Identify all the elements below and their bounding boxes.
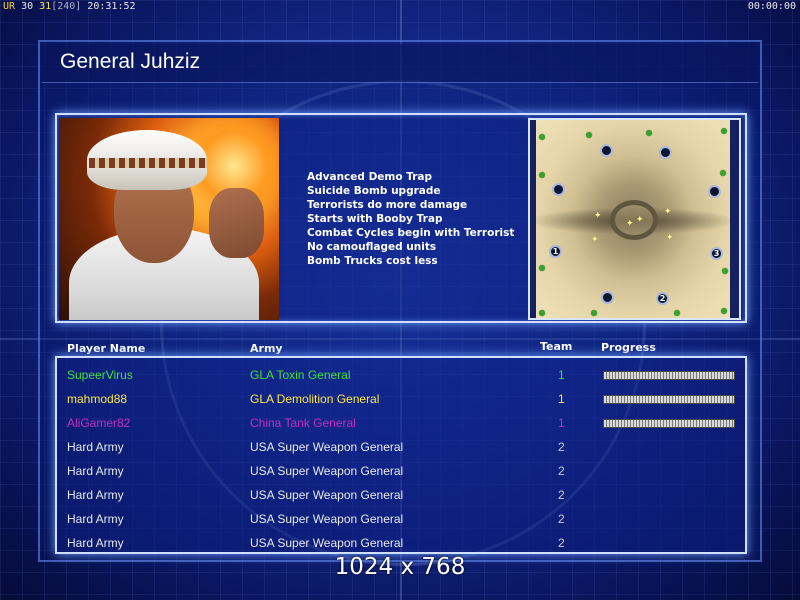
- start-position-marker: [552, 183, 565, 196]
- player-team: 2: [558, 440, 565, 454]
- tree-marker: [721, 308, 727, 314]
- supply-star-icon: ✦: [664, 207, 672, 217]
- start-position-marker: [659, 146, 672, 159]
- supply-star-icon: ✦: [636, 215, 644, 225]
- header-team: Team: [540, 340, 573, 353]
- map-edge-right: [730, 120, 739, 318]
- table-row: AliGamer82 China Tank General 1: [0, 416, 800, 440]
- status-num3: [240]: [51, 1, 82, 12]
- tree-marker: [721, 128, 727, 134]
- status-ur: UR: [3, 1, 16, 12]
- player-team: 1: [558, 416, 565, 430]
- start-position-marker: 2: [656, 292, 669, 305]
- table-row: SupeerVirus GLA Toxin General 1: [0, 368, 800, 392]
- perk-item: Bomb Trucks cost less: [307, 255, 438, 267]
- status-bar: UR 30 31[240] 20:31:52 00:00:00: [0, 0, 800, 14]
- player-team: 1: [558, 392, 565, 406]
- perk-item: Terrorists do more damage: [307, 199, 468, 211]
- tree-marker: [539, 172, 545, 178]
- player-name: SupeerVirus: [67, 368, 133, 382]
- tree-marker: [720, 170, 726, 176]
- supply-star-icon: ✦: [594, 211, 602, 221]
- tree-marker: [722, 268, 728, 274]
- player-army: GLA Demolition General: [250, 392, 380, 406]
- supply-star-icon: ✦: [666, 233, 674, 243]
- table-row: Hard Army USA Super Weapon General 2: [0, 512, 800, 536]
- perk-item: No camouflaged units: [307, 241, 437, 253]
- tree-marker: [591, 310, 597, 316]
- status-clock: 20:31:52: [87, 1, 136, 12]
- header-progress: Progress: [601, 341, 656, 354]
- player-name: Hard Army: [67, 512, 124, 526]
- start-position-marker: 1: [549, 245, 562, 258]
- perk-item: Advanced Demo Trap: [307, 171, 433, 183]
- tree-marker: [674, 310, 680, 316]
- portrait-hand: [209, 188, 264, 258]
- general-portrait: [59, 118, 279, 320]
- player-name: Hard Army: [67, 464, 124, 478]
- table-row: Hard Army USA Super Weapon General 2: [0, 440, 800, 464]
- player-name: Hard Army: [67, 536, 124, 550]
- start-position-marker: [600, 144, 613, 157]
- resolution-label: 1024 x 768: [334, 554, 466, 580]
- start-position-marker: [708, 185, 721, 198]
- player-army: USA Super Weapon General: [250, 512, 404, 526]
- tree-marker: [539, 265, 545, 271]
- status-num1: 30: [21, 1, 34, 12]
- player-army: USA Super Weapon General: [250, 536, 404, 550]
- player-army: USA Super Weapon General: [250, 464, 404, 478]
- loading-progress-bar: [603, 371, 735, 380]
- player-name: mahmod88: [67, 392, 128, 406]
- player-team: 1: [558, 368, 565, 382]
- header-army: Army: [250, 342, 283, 355]
- tree-marker: [539, 134, 545, 140]
- player-army: GLA Toxin General: [250, 368, 351, 382]
- table-row: Hard Army USA Super Weapon General 2: [0, 464, 800, 488]
- player-team: 2: [558, 464, 565, 478]
- player-army: USA Super Weapon General: [250, 488, 404, 502]
- loading-progress-bar: [603, 395, 735, 404]
- loading-progress-bar: [603, 419, 735, 428]
- player-name: Hard Army: [67, 488, 124, 502]
- player-name: AliGamer82: [67, 416, 131, 430]
- start-position-marker: 3: [710, 247, 723, 260]
- tree-marker: [539, 310, 545, 316]
- supply-star-icon: ✦: [626, 219, 634, 229]
- header-player-name: Player Name: [67, 342, 146, 355]
- perk-item: Combat Cycles begin with Terrorist: [307, 227, 515, 239]
- map-center-pit: [610, 200, 658, 240]
- perk-item: Starts with Booby Trap: [307, 213, 443, 225]
- player-name: Hard Army: [67, 440, 124, 454]
- supply-star-icon: ✦: [591, 235, 599, 245]
- status-timer: 00:00:00: [747, 1, 796, 12]
- table-row: Hard Army USA Super Weapon General 2: [0, 488, 800, 512]
- player-team: 2: [558, 512, 565, 526]
- perk-item: Suicide Bomb upgrade: [307, 185, 441, 197]
- status-num2: 31: [39, 1, 52, 12]
- page-title: General Juhziz: [60, 50, 201, 73]
- player-army: China Tank General: [250, 416, 356, 430]
- start-position-marker: [601, 291, 614, 304]
- map-preview: 1 3 2 ✦ ✦ ✦ ✦ ✦ ✦: [528, 118, 741, 320]
- table-row: mahmod88 GLA Demolition General 1: [0, 392, 800, 416]
- player-team: 2: [558, 536, 565, 550]
- player-team: 2: [558, 488, 565, 502]
- portrait-headband: [89, 158, 207, 168]
- map-terrain: 1 3 2 ✦ ✦ ✦ ✦ ✦ ✦: [536, 120, 730, 318]
- general-perks-list: Advanced Demo Trap Suicide Bomb upgrade …: [307, 170, 514, 268]
- tree-marker: [586, 132, 592, 138]
- player-army: USA Super Weapon General: [250, 440, 404, 454]
- tree-marker: [646, 130, 652, 136]
